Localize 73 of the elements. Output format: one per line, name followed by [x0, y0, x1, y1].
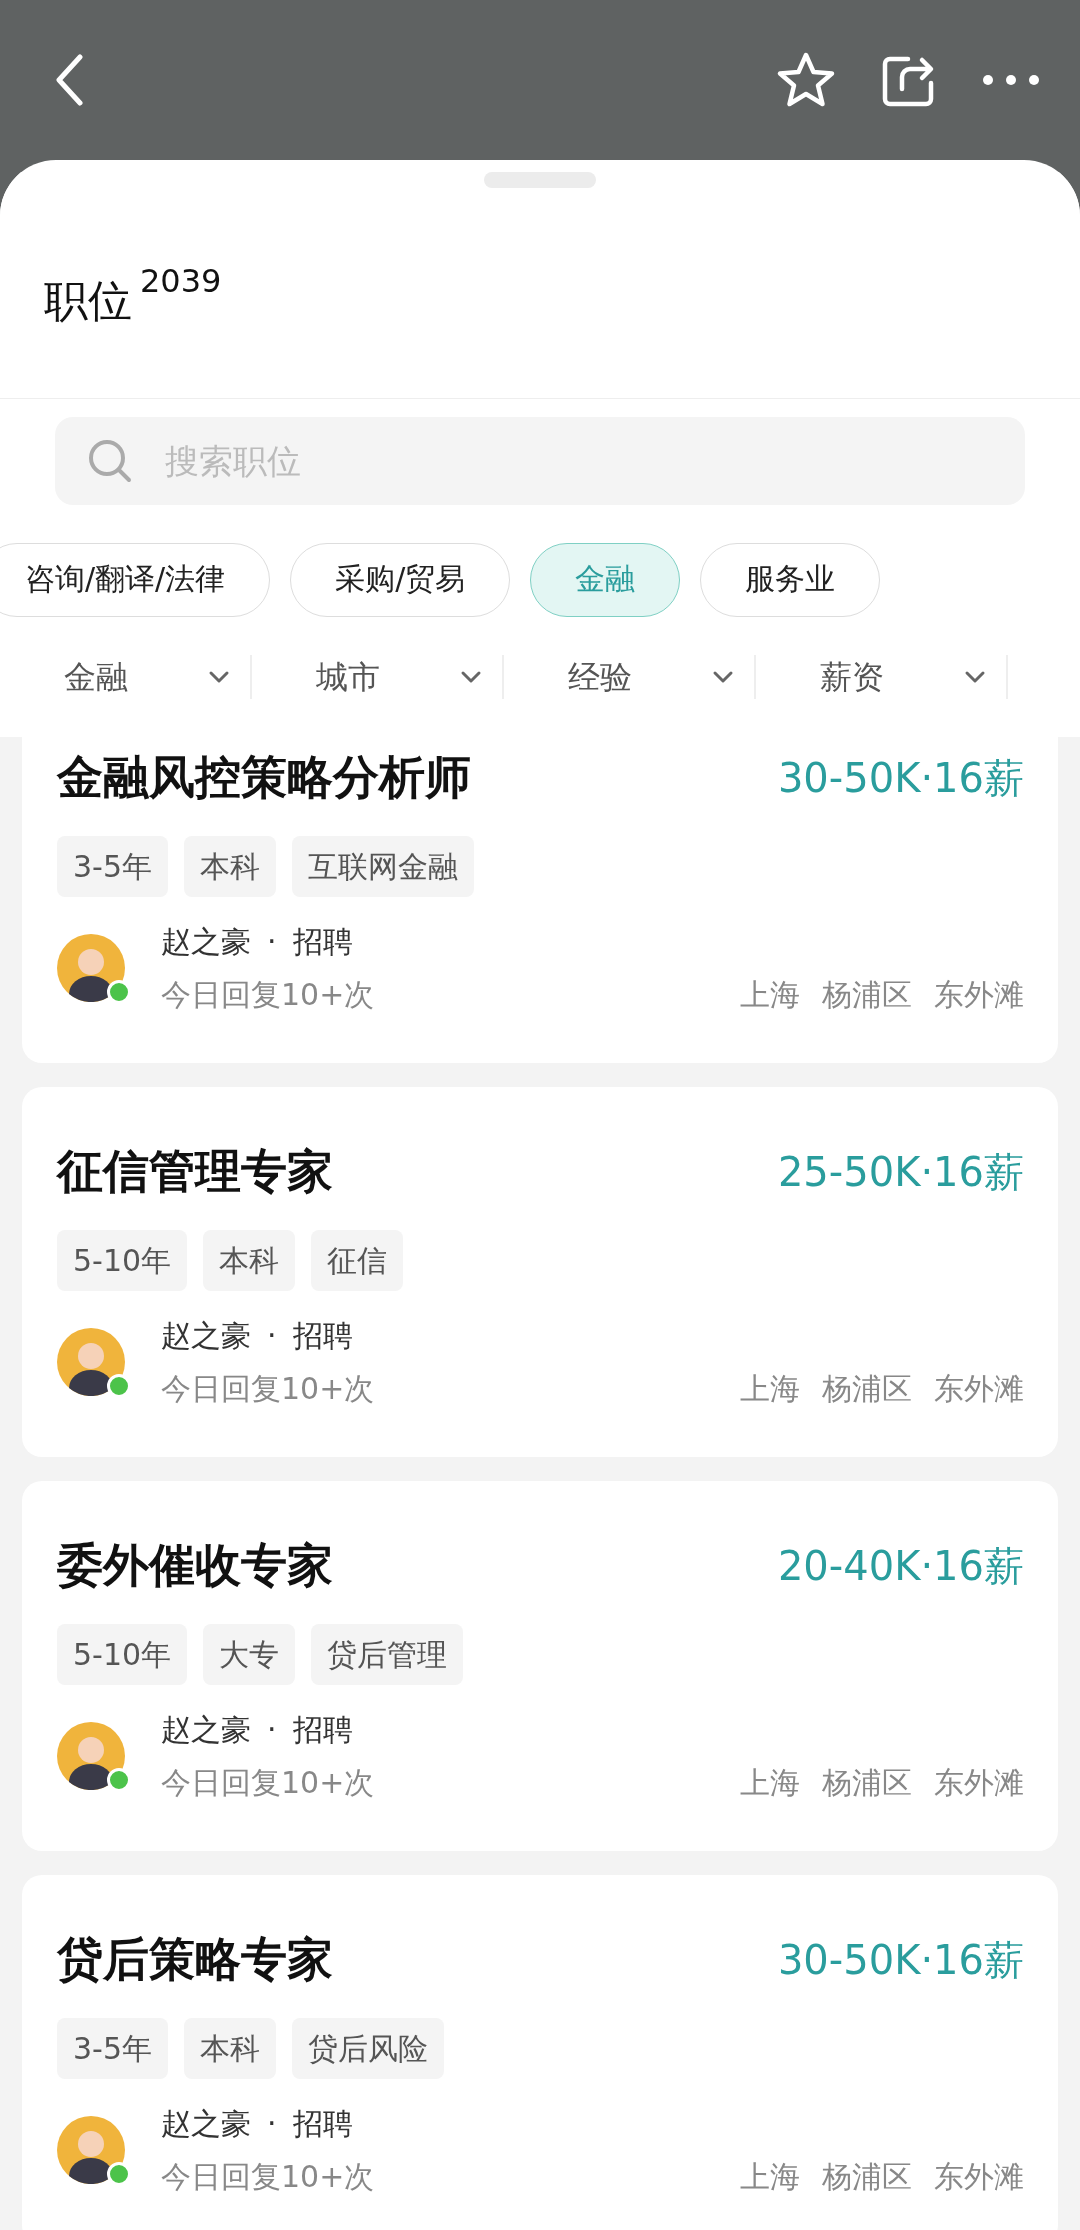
avatar-icon	[57, 1328, 125, 1396]
job-tag: 本科	[203, 1230, 296, 1291]
reply-rate: 今日回复10+次	[161, 1764, 375, 1802]
location-text: 上海	[740, 1764, 800, 1802]
job-title: 金融风控策略分析师	[57, 749, 471, 806]
category-chip[interactable]: 服务业	[700, 543, 881, 617]
job-tag: 贷后风险	[292, 2018, 444, 2079]
chevron-down-icon	[208, 670, 230, 684]
job-card[interactable]: 贷后策略专家 30-50K·16薪 3-5年 本科 贷后风险 赵之豪 · 招聘 今日回复10+次 上海 杨浦区 东外滩	[22, 1875, 1058, 2230]
location-text: 杨浦区	[822, 1764, 912, 1802]
job-tag: 5-10年	[57, 1624, 188, 1685]
search-field[interactable]: 搜索职位	[55, 417, 1025, 505]
recruiter-name: 赵之豪	[161, 1711, 251, 1749]
location-text: 东外滩	[934, 976, 1024, 1014]
star-icon[interactable]	[776, 52, 836, 108]
separator-dot: ·	[267, 1317, 277, 1355]
job-tag: 本科	[184, 836, 276, 897]
recruiter-name: 赵之豪	[161, 1317, 251, 1355]
job-count: 2039	[140, 262, 222, 300]
section-title: 职位	[44, 275, 132, 326]
salary: 30-50K·16薪	[777, 1935, 1024, 1985]
job-tag: 大专	[203, 1624, 296, 1685]
separator-dot: ·	[267, 1711, 277, 1749]
location-text: 杨浦区	[822, 1370, 912, 1408]
chevron-down-icon	[964, 670, 986, 684]
recruiter-role: 招聘	[292, 2105, 353, 2143]
location-text: 上海	[740, 1370, 800, 1408]
location-text: 东外滩	[934, 1370, 1024, 1408]
reply-rate: 今日回复10+次	[161, 1370, 375, 1408]
recruiter-name: 赵之豪	[161, 923, 251, 961]
separator-dot: ·	[267, 2105, 277, 2143]
job-tag: 互联网金融	[292, 836, 474, 897]
reply-rate: 今日回复10+次	[161, 2158, 375, 2196]
job-card[interactable]: 征信管理专家 25-50K·16薪 5-10年 本科 征信 赵之豪 · 招聘 今日回复10+次 上海 杨浦区 东外滩	[22, 1087, 1058, 1457]
job-tag: 本科	[184, 2018, 276, 2079]
job-tag: 3-5年	[57, 836, 168, 897]
category-chip[interactable]: 采购/贸易	[290, 543, 511, 617]
salary: 25-50K·16薪	[777, 1147, 1024, 1197]
recruiter-role: 招聘	[292, 1711, 353, 1749]
filter-dropdown[interactable]: 薪资	[756, 655, 1008, 699]
location-text: 东外滩	[934, 2158, 1024, 2196]
more-icon[interactable]	[982, 74, 1040, 86]
chevron-down-icon	[460, 670, 482, 684]
recruiter-role: 招聘	[292, 1317, 353, 1355]
filter-dropdown[interactable]: 金融	[0, 655, 252, 699]
job-tag: 征信	[311, 1230, 404, 1291]
recruiter-role: 招聘	[292, 923, 353, 961]
category-chip[interactable]: 咨询/翻译/法律	[0, 543, 271, 617]
salary: 20-40K·16薪	[777, 1541, 1024, 1591]
search-icon	[87, 438, 133, 484]
location-text: 杨浦区	[822, 976, 912, 1014]
job-card[interactable]: 委外催收专家 20-40K·16薪 5-10年 大专 贷后管理 赵之豪 · 招聘 今日回复10+次 上海 杨浦区 东外滩	[22, 1481, 1058, 1851]
avatar-icon	[57, 1722, 125, 1790]
reply-rate: 今日回复10+次	[161, 976, 375, 1014]
job-title: 征信管理专家	[57, 1143, 333, 1200]
job-title: 贷后策略专家	[57, 1931, 333, 1988]
recruiter-name: 赵之豪	[161, 2105, 251, 2143]
location-text: 上海	[740, 976, 800, 1014]
separator-dot: ·	[267, 923, 277, 961]
job-tag: 3-5年	[57, 2018, 168, 2079]
location-text: 杨浦区	[822, 2158, 912, 2196]
avatar-icon	[57, 2116, 125, 2184]
location-text: 东外滩	[934, 1764, 1024, 1802]
back-icon[interactable]	[55, 54, 83, 106]
chevron-down-icon	[712, 670, 734, 684]
job-tag: 5-10年	[57, 1230, 188, 1291]
filter-dropdown[interactable]: 经验	[504, 655, 756, 699]
job-tag: 贷后管理	[311, 1624, 464, 1685]
salary: 30-50K·16薪	[777, 753, 1024, 803]
avatar-icon	[57, 934, 125, 1002]
job-title: 委外催收专家	[57, 1537, 333, 1594]
filter-dropdown[interactable]: 城市	[252, 655, 504, 699]
location-text: 上海	[740, 2158, 800, 2196]
